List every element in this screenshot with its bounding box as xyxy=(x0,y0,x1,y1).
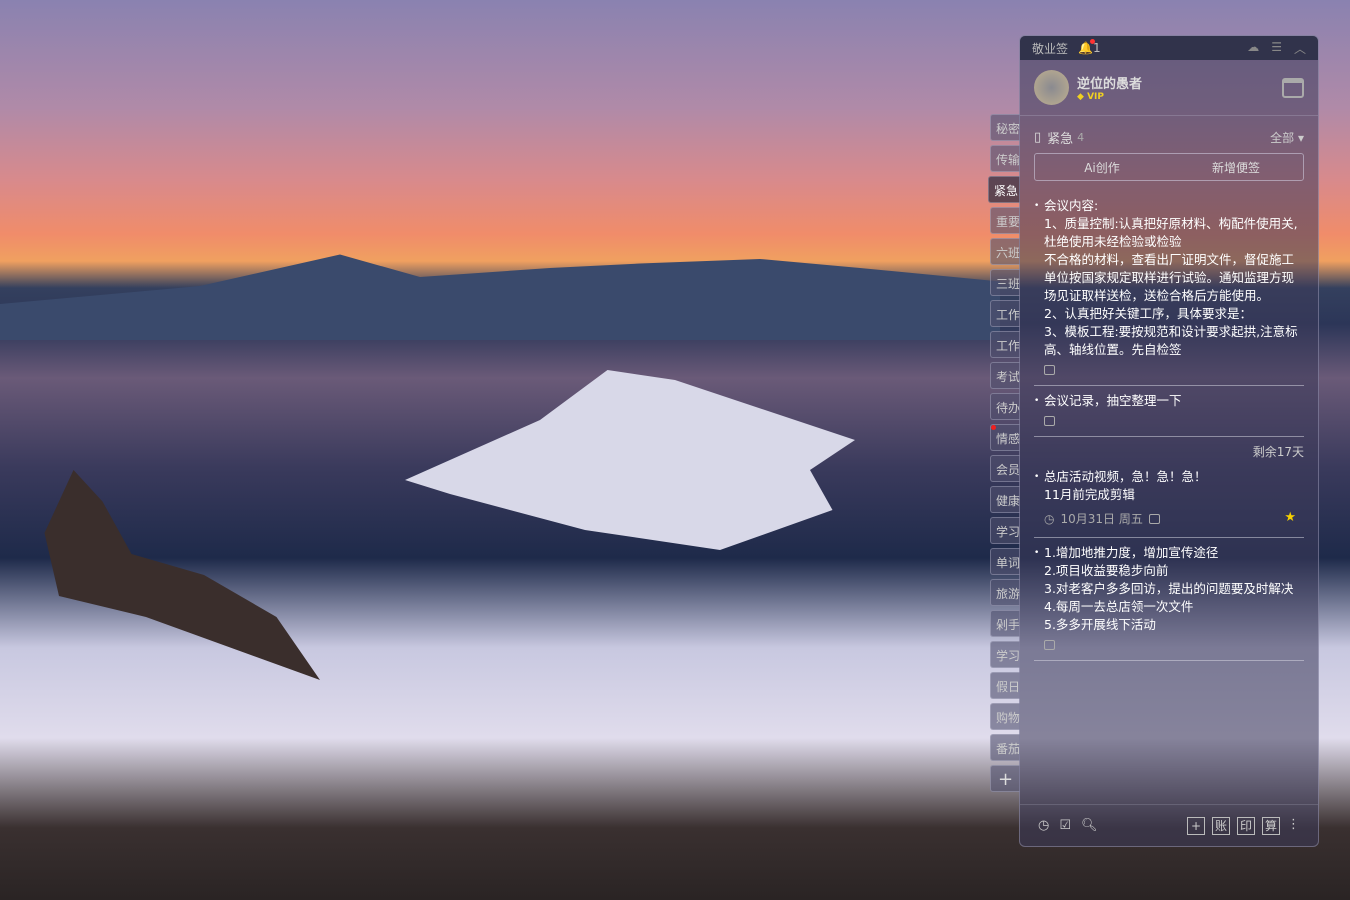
collapse-icon[interactable]: ︿ xyxy=(1294,40,1306,57)
note-text: 总店活动视频，急！急！急！ 11月前完成剪辑 xyxy=(1034,468,1304,504)
calculator-button[interactable]: 算 xyxy=(1262,816,1280,835)
note-item[interactable]: 会议内容: 1、质量控制:认真把好原材料、构配件使用关,杜绝使用未经检验或检验 … xyxy=(1034,191,1304,386)
search-icon[interactable]: 🔍︎ xyxy=(1081,818,1098,833)
archive-icon[interactable] xyxy=(1044,365,1055,375)
note-list: 会议内容: 1、质量控制:认真把好原材料、构配件使用关,杜绝使用未经检验或检验 … xyxy=(1020,181,1318,661)
note-item[interactable]: 会议记录，抽空整理一下 xyxy=(1034,386,1304,437)
category-tab[interactable]: 情感 xyxy=(990,424,1020,451)
clock-icon: ◷ xyxy=(1044,511,1055,526)
category-tab[interactable]: 番茄 xyxy=(990,734,1020,761)
avatar[interactable] xyxy=(1034,70,1069,105)
category-tab[interactable]: 重要 xyxy=(990,207,1020,234)
print-button[interactable]: 印 xyxy=(1237,816,1255,835)
archive-icon[interactable] xyxy=(1044,640,1055,650)
category-tab[interactable]: 秘密 xyxy=(990,114,1020,141)
category-tab[interactable]: 剁手 xyxy=(990,610,1020,637)
menu-icon[interactable]: ☰ xyxy=(1271,40,1282,57)
ledger-button[interactable]: 账 xyxy=(1212,816,1230,835)
bookmark-icon: ▯ xyxy=(1034,130,1042,145)
star-icon[interactable]: ★ xyxy=(1284,510,1296,525)
category-tab[interactable]: 工作 xyxy=(990,300,1020,327)
unread-dot xyxy=(991,425,996,430)
category-tab[interactable]: 六班 xyxy=(990,238,1020,265)
sticky-note-panel: 敬业签 🔔 1 ☁ ☰ ︿ 逆位的愚者 ◆ VIP ▯ 紧急 4 全部 ▾ Ai… xyxy=(1019,35,1319,847)
app-title: 敬业签 xyxy=(1032,41,1069,56)
category-tabs: 秘密 传输 紧急 重要 六班 三班 工作 工作 考试 待办 情感 会员 健康 学习 单词 旅游 剁手 学习 假日 购物… xyxy=(988,114,1020,796)
more-icon[interactable]: ⋮ xyxy=(1287,817,1300,835)
action-bar: Ai创作 新增便签 xyxy=(1034,153,1304,181)
title-bar[interactable]: 敬业签 🔔 1 ☁ ☰ ︿ xyxy=(1020,36,1318,60)
category-tab[interactable]: 工作 xyxy=(990,331,1020,358)
category-tab[interactable]: 旅游 xyxy=(990,579,1020,606)
footer-toolbar: ◷ ☑ 🔍︎ + 账 印 算 ⋮ xyxy=(1020,804,1318,846)
category-tab[interactable]: 三班 xyxy=(990,269,1020,296)
new-note-button[interactable]: 新增便签 xyxy=(1169,159,1303,176)
checklist-icon[interactable]: ☑ xyxy=(1059,818,1071,833)
category-tab[interactable]: 传输 xyxy=(990,145,1020,172)
category-tab[interactable]: 单词 xyxy=(990,548,1020,575)
filter-dropdown[interactable]: 全部 ▾ xyxy=(1270,129,1304,146)
category-count: 4 xyxy=(1077,131,1085,144)
add-category-button[interactable]: + xyxy=(990,765,1020,792)
remaining-days: 剩余17天 xyxy=(1252,445,1304,459)
category-tab[interactable]: 考试 xyxy=(990,362,1020,389)
category-header: ▯ 紧急 4 全部 ▾ xyxy=(1020,116,1318,153)
note-item[interactable]: 1.增加地推力度，增加宣传途径 2.项目收益要稳步向前 3.对老客户多多回访，提… xyxy=(1034,538,1304,661)
category-tab[interactable]: 学习 xyxy=(990,517,1020,544)
cloud-sync-icon[interactable]: ☁ xyxy=(1247,40,1259,57)
category-tab[interactable]: 待办 xyxy=(990,393,1020,420)
archive-icon[interactable] xyxy=(1044,416,1055,426)
note-text: 会议内容: 1、质量控制:认真把好原材料、构配件使用关,杜绝使用未经检验或检验 … xyxy=(1034,197,1304,359)
clock-icon[interactable]: ◷ xyxy=(1038,818,1049,833)
user-header: 逆位的愚者 ◆ VIP xyxy=(1020,60,1318,116)
category-tab[interactable]: 会员 xyxy=(990,455,1020,482)
diamond-icon: ◆ xyxy=(1077,92,1084,102)
user-name: 逆位的愚者 xyxy=(1077,77,1143,92)
category-tab[interactable]: 学习 xyxy=(990,641,1020,668)
category-tab[interactable]: 紧急 xyxy=(988,176,1020,203)
category-name: 紧急 xyxy=(1047,132,1074,147)
ai-create-button[interactable]: Ai创作 xyxy=(1035,159,1169,176)
bell-icon[interactable]: 🔔 xyxy=(1078,39,1095,55)
reminder-date: 10月31日 周五 xyxy=(1060,512,1143,526)
category-tab[interactable]: 假日 xyxy=(990,672,1020,699)
note-text: 会议记录，抽空整理一下 xyxy=(1034,392,1304,410)
calendar-icon[interactable] xyxy=(1282,77,1304,98)
add-button[interactable]: + xyxy=(1187,816,1205,835)
note-item[interactable]: 剩余17天 总店活动视频，急！急！急！ 11月前完成剪辑 ◷10月31日 周五 … xyxy=(1034,437,1304,538)
category-tab[interactable]: 健康 xyxy=(990,486,1020,513)
category-tab[interactable]: 购物 xyxy=(990,703,1020,730)
note-text: 1.增加地推力度，增加宣传途径 2.项目收益要稳步向前 3.对老客户多多回访，提… xyxy=(1034,544,1304,634)
archive-icon[interactable] xyxy=(1148,513,1160,524)
vip-badge: VIP xyxy=(1087,92,1104,102)
